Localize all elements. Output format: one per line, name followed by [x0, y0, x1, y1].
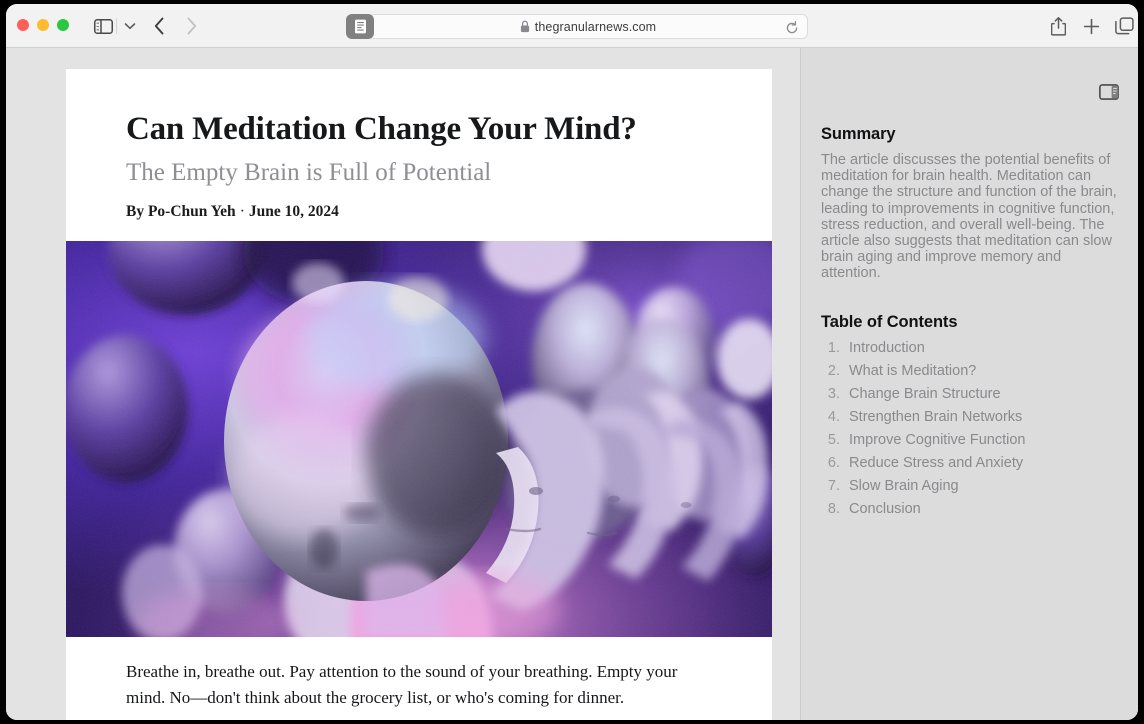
toc-item-number: 8. — [827, 501, 840, 517]
toc-item-label: Change Brain Structure — [849, 386, 1001, 402]
address-bar-content: thegranularnews.com — [520, 20, 656, 34]
toc-item-label: Introduction — [849, 340, 925, 356]
sidebar-panel-toggle-icon[interactable] — [1096, 80, 1122, 104]
byline-author: By Po-Chun Yeh — [126, 202, 236, 220]
new-tab-icon[interactable] — [1078, 15, 1104, 37]
table-of-contents-heading: Table of Contents — [821, 313, 958, 331]
toc-item-number: 2. — [827, 363, 840, 379]
url-text: thegranularnews.com — [534, 19, 657, 34]
tab-overview-icon[interactable] — [1111, 15, 1137, 37]
toc-item-label: Strengthen Brain Networks — [849, 409, 1023, 425]
toc-item-number: 6. — [827, 455, 840, 471]
byline-date: June 10, 2024 — [248, 202, 339, 220]
toc-item-label: What is Meditation? — [849, 363, 977, 379]
toc-item[interactable]: 2. What is Meditation? — [823, 363, 1123, 386]
byline-separator: · — [239, 202, 245, 220]
reader-pane[interactable]: Can Meditation Change Your Mind? The Emp… — [6, 48, 800, 720]
toc-item[interactable]: 1. Introduction — [823, 340, 1123, 363]
summary-text: The article discusses the potential bene… — [821, 152, 1117, 282]
traffic-lights — [17, 19, 69, 31]
toc-item[interactable]: 7. Slow Brain Aging — [823, 478, 1123, 501]
table-of-contents-list: 1. Introduction 2. What is Meditation? 3. Cha… — [823, 340, 1123, 524]
back-button[interactable] — [146, 15, 172, 37]
toc-item[interactable]: 4. Strengthen Brain Networks — [823, 409, 1123, 432]
toc-item-number: 3. — [827, 386, 840, 402]
share-icon[interactable] — [1045, 15, 1071, 37]
toc-item[interactable]: 8. Conclusion — [823, 501, 1123, 524]
toc-item-number: 5. — [827, 432, 840, 448]
toc-item[interactable]: 3. Change Brain Structure — [823, 386, 1123, 409]
toc-item-label: Reduce Stress and Anxiety — [849, 455, 1024, 471]
toc-item-label: Slow Brain Aging — [849, 478, 959, 494]
reader-sidebar: Summary The article discusses the potent… — [800, 48, 1138, 720]
browser-window: thegranularnews.com Can Meditation Chang… — [6, 4, 1138, 720]
toc-item-number: 7. — [827, 478, 840, 494]
page-title: Can Meditation Change Your Mind? — [126, 111, 637, 147]
close-window-button[interactable] — [17, 19, 29, 31]
toc-item-label: Conclusion — [849, 501, 921, 517]
minimize-window-button[interactable] — [37, 19, 49, 31]
article-hero-image — [66, 240, 772, 637]
article-subtitle: The Empty Brain is Full of Potential — [126, 158, 492, 186]
toc-item-number: 1. — [827, 340, 840, 356]
article-byline: By Po-Chun Yeh · June 10, 2024 — [126, 203, 712, 221]
article-header: Can Meditation Change Your Mind? The Emp… — [66, 69, 772, 221]
reader-mode-button[interactable] — [346, 14, 374, 39]
forward-button — [178, 15, 204, 37]
toc-item-number: 4. — [827, 409, 840, 425]
toc-item[interactable]: 5. Improve Cognitive Function — [823, 432, 1123, 455]
browser-toolbar: thegranularnews.com — [6, 4, 1138, 48]
article-body-paragraph: Breathe in, breathe out. Pay attention t… — [126, 661, 678, 708]
address-bar[interactable]: thegranularnews.com — [368, 14, 808, 39]
summary-heading: Summary — [821, 125, 896, 143]
article-card: Can Meditation Change Your Mind? The Emp… — [66, 69, 772, 720]
toc-item-label: Improve Cognitive Function — [849, 432, 1026, 448]
reload-icon[interactable] — [782, 18, 801, 37]
chevron-down-icon[interactable] — [119, 15, 141, 37]
sidebar-toggle-icon[interactable] — [88, 15, 118, 37]
toc-item[interactable]: 6. Reduce Stress and Anxiety — [823, 455, 1123, 478]
toolbar-divider — [116, 18, 117, 34]
zoom-window-button[interactable] — [57, 19, 69, 31]
content-area: Can Meditation Change Your Mind? The Emp… — [6, 48, 1138, 720]
lock-icon — [520, 20, 530, 33]
